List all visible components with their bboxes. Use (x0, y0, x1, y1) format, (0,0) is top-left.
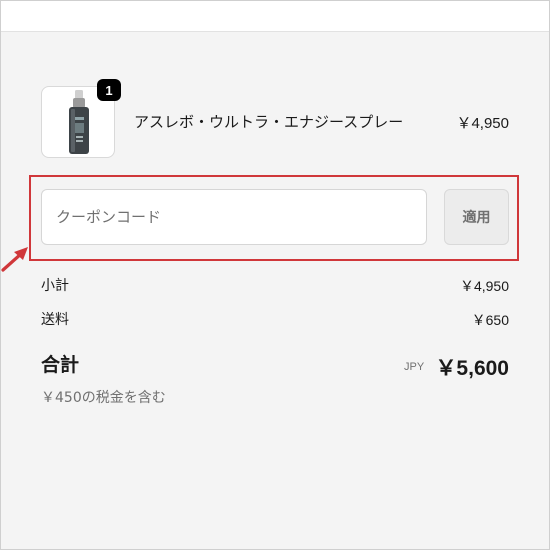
quantity-badge: 1 (97, 79, 121, 101)
subtotal-label: 小計 (41, 278, 69, 294)
subtotal-value: ￥4,950 (459, 278, 509, 294)
tax-note: ￥450の税金を含む (41, 390, 166, 406)
top-bar (1, 1, 549, 32)
shipping-value: ￥650 (471, 312, 509, 328)
annotation-arrow-icon (1, 247, 28, 272)
product-price: ￥4,950 (456, 115, 509, 132)
total-value: ￥5,600 (435, 357, 509, 380)
product-name: アスレボ・ウルトラ・エナジースプレー (134, 113, 404, 131)
currency-code: JPY (404, 361, 425, 373)
apply-coupon-button[interactable]: 適用 (444, 189, 509, 245)
shipping-label: 送料 (41, 312, 69, 328)
coupon-code-input[interactable] (41, 189, 427, 245)
total-label: 合計 (41, 354, 80, 376)
